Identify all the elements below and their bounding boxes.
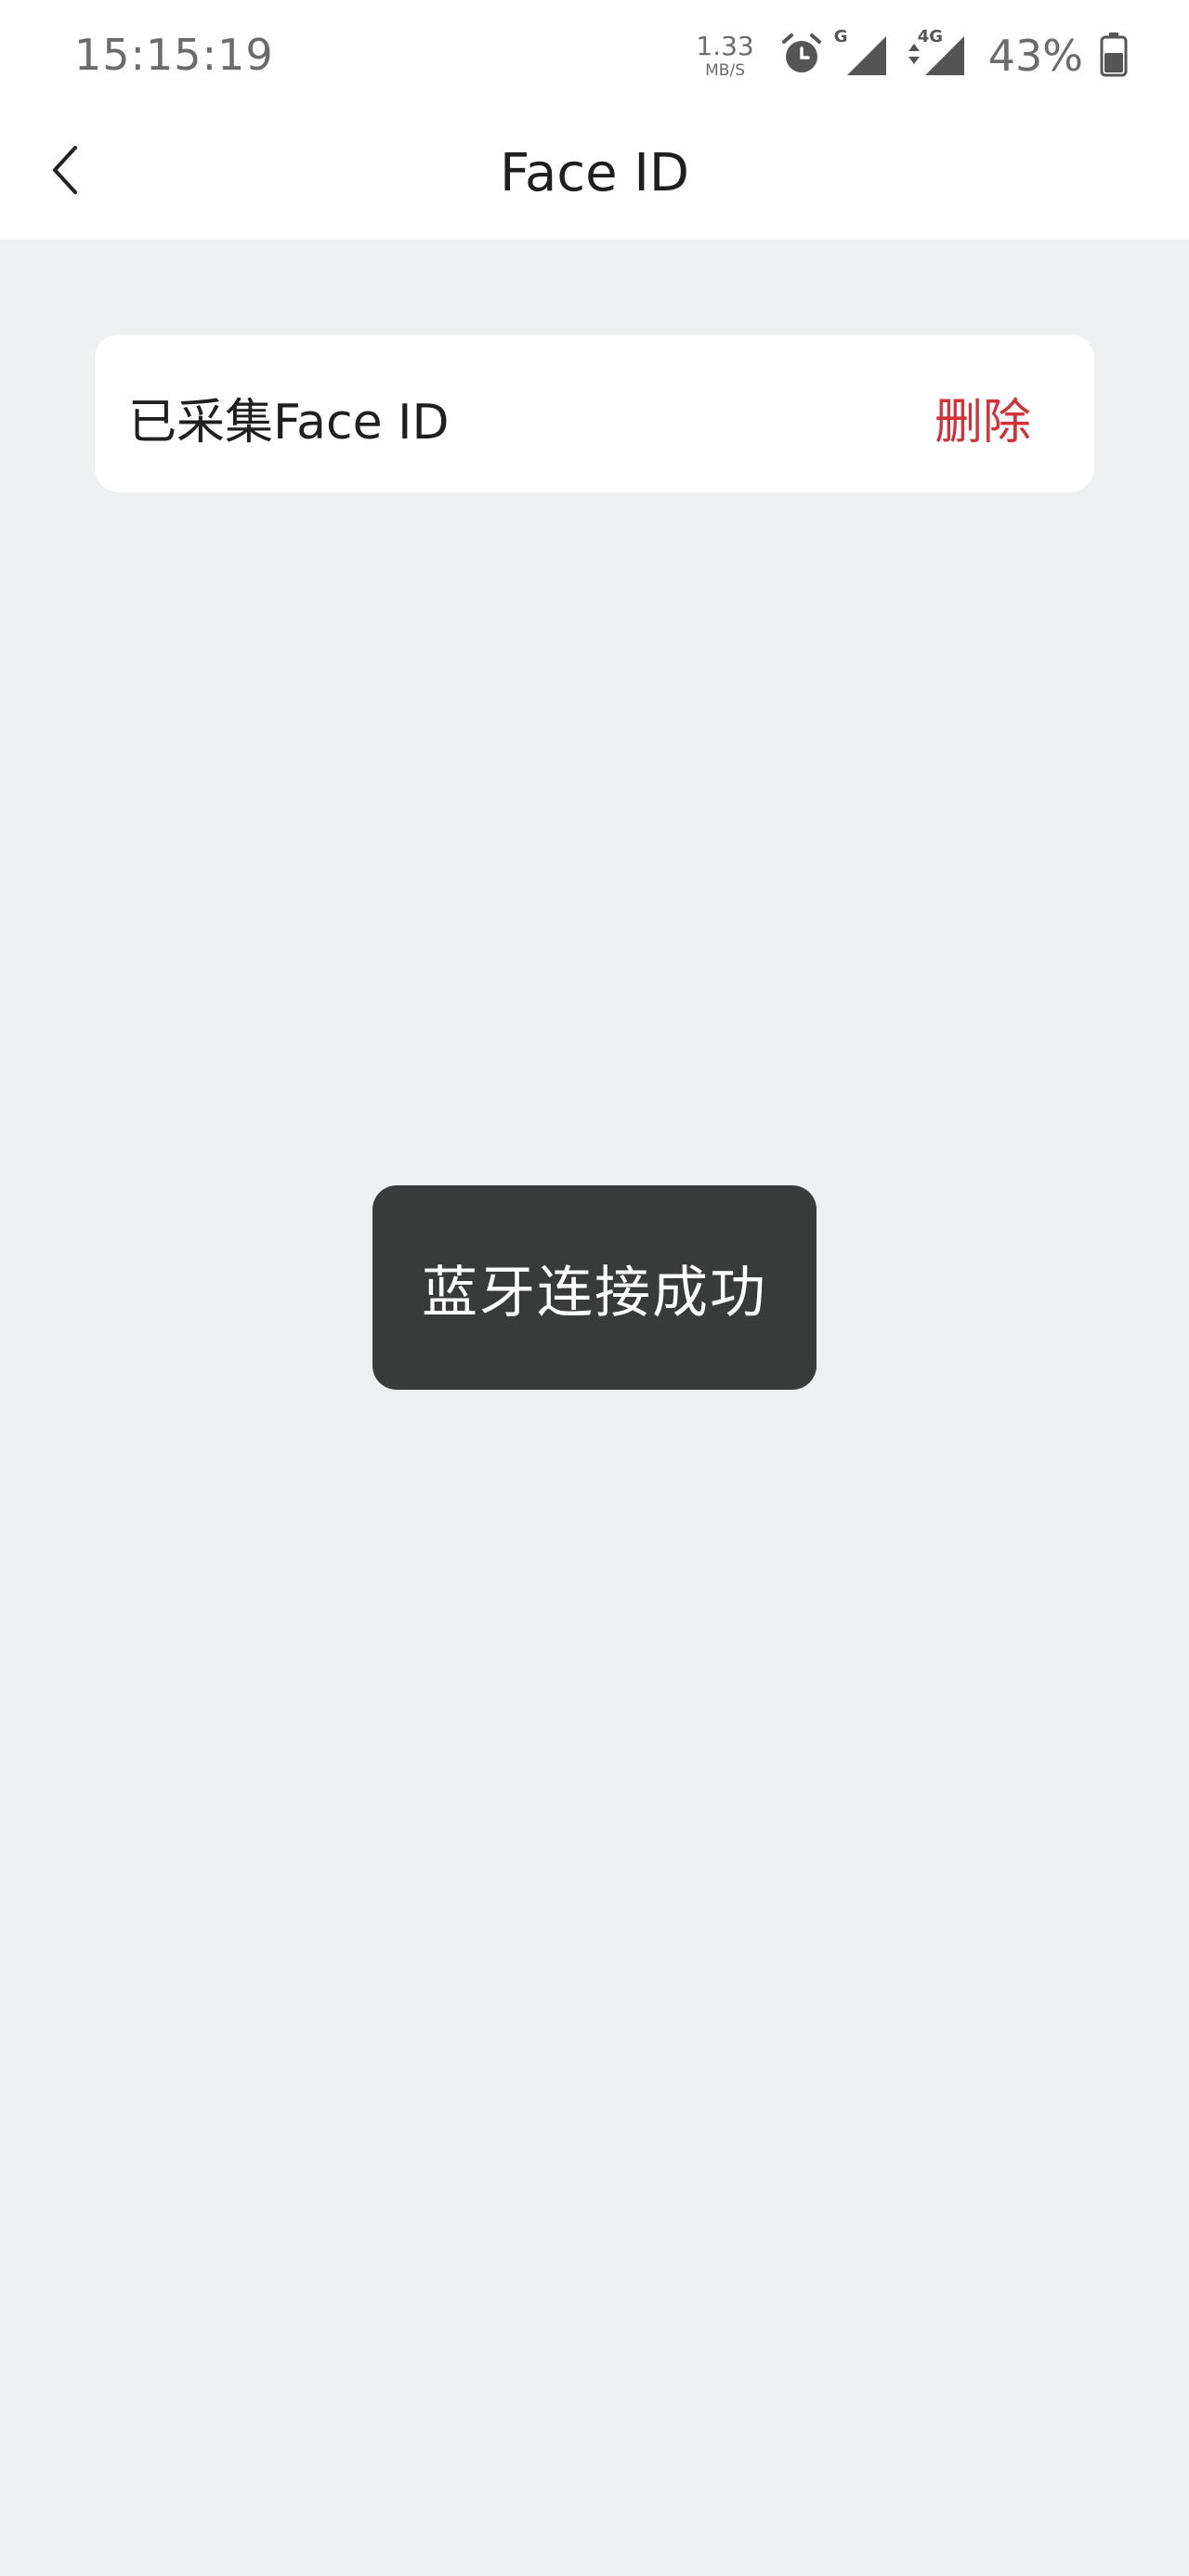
status-bar: 15:15:19 1.33 MB/S G 4G 43% [0, 0, 1189, 111]
signal-4g-icon: 4G [905, 27, 966, 79]
network-speed-value: 1.33 [696, 30, 754, 61]
status-icons: 1.33 MB/S G 4G 43% [696, 26, 1128, 85]
signal-4g-label: 4G [917, 27, 944, 46]
alarm-icon [778, 31, 825, 81]
signal-label: G [833, 27, 848, 46]
battery-icon [1100, 31, 1128, 81]
status-time: 15:15:19 [74, 30, 274, 80]
header-area: 15:15:19 1.33 MB/S G 4G 43% Face ID [0, 0, 1189, 240]
page-title: Face ID [499, 143, 690, 203]
nav-bar: Face ID [0, 111, 1189, 240]
toast: 蓝牙连接成功 [372, 1185, 817, 1390]
toast-message: 蓝牙连接成功 [422, 1260, 767, 1326]
network-speed: 1.33 MB/S [696, 33, 753, 79]
face-id-label: 已采集Face ID [128, 395, 450, 451]
delete-button[interactable]: 删除 [934, 383, 1031, 452]
battery-percent: 43% [987, 31, 1083, 81]
signal-icon: G [834, 27, 888, 79]
face-id-card: 已采集Face ID 删除 [95, 334, 1094, 492]
network-speed-unit: MB/S [705, 60, 745, 80]
